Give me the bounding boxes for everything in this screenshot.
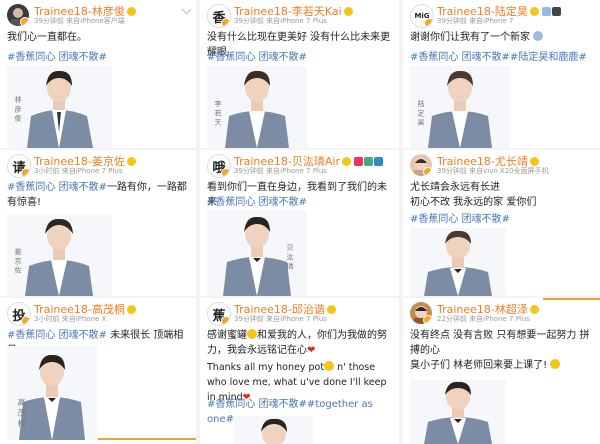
badge-icons (541, 6, 562, 19)
post-text: #香蕉同心 团魂不散#一路有你，一路都有惊喜! (7, 182, 187, 208)
post-card-8: 蕉 Trainee18-邱治谐 39分钟前 来自iPhone 7 Plus 感谢… (200, 298, 399, 444)
hashtag[interactable]: #香蕉同心 团魂不散##陆定昊和鹿鹿# (410, 50, 594, 65)
avatar[interactable] (410, 302, 432, 324)
portrait-illustration (424, 381, 492, 444)
smiley-emoji-icon (324, 361, 335, 371)
hashtag[interactable]: #香蕉同心 团魂不散# (7, 50, 190, 65)
verified-badge-icon (21, 316, 30, 325)
portrait-illustration (261, 418, 287, 444)
verified-badge-icon (221, 18, 230, 27)
post-text: 我们心一直都在。 (7, 32, 87, 43)
crown-icon (529, 157, 539, 166)
badge-icons (354, 156, 384, 169)
post-meta: 39分钟前 来自iPhone客户端 (34, 17, 125, 25)
post-card-7: 投 Trainee18-高茂桐 3小时前 来自iPhone X #香蕉同心 团魂… (0, 298, 196, 444)
signature: 贝 汯 璘 (286, 244, 294, 270)
post-meta: 39分钟前 来自iPhone 7 (437, 17, 514, 25)
hashtag[interactable]: #香蕉同心 团魂不散# (410, 212, 594, 227)
crown-icon (529, 305, 539, 314)
verified-badge-icon (423, 167, 432, 176)
verified-badge-icon (423, 315, 432, 324)
smiley-emoji-icon (550, 359, 561, 369)
post-meta: 39分钟前 来自iPhone 7 Plus (234, 167, 327, 175)
photo[interactable]: 贝 汯 璘 (207, 210, 307, 296)
hashtag[interactable]: #香蕉同心 团魂不散# (207, 50, 393, 65)
avatar[interactable] (410, 154, 432, 176)
signature: 姜 京 佐 (14, 248, 22, 274)
crown-icon (529, 7, 539, 16)
post-card-1: Trainee18-林彦俊 39分钟前 来自iPhone客户端 我们心一直都在。… (0, 0, 196, 148)
post-meta: 39分钟前 来自vivo X20全面屏手机 (437, 167, 549, 175)
portrait-illustration (424, 230, 492, 296)
crown-icon (343, 7, 353, 16)
crown-icon (126, 305, 136, 314)
photo[interactable] (234, 416, 314, 444)
signature: 陆 定 昊 (417, 100, 425, 126)
hashtag[interactable]: #香蕉同心 团魂不散# (207, 195, 393, 210)
hashtag[interactable]: #香蕉同心 团魂不散# (7, 182, 107, 193)
hashtag[interactable]: #香蕉同心 团魂不散# (7, 330, 107, 341)
crown-icon (342, 157, 351, 166)
house-emoji-icon (533, 31, 544, 41)
crown-icon (126, 7, 136, 16)
verified-badge-icon (21, 168, 30, 177)
post-card-6: Trainee18-尤长靖 39分钟前 来自vivo X20全面屏手机 尤长靖会… (403, 150, 600, 296)
post-text: 没有终点 没有言败 只有想要一起努力 拼搏的心 (410, 330, 590, 356)
verified-badge-icon (424, 18, 433, 27)
crown-icon (326, 305, 336, 314)
verified-badge-icon (221, 168, 230, 177)
heart-icon: ❤ (307, 345, 316, 356)
post-card-5: 哦 Trainee18-贝汯璘Air 39分钟前 来自iPhone 7 Plus… (200, 150, 399, 296)
signature: 林 彦 俊 (14, 96, 22, 122)
avatar[interactable]: 投 (7, 302, 31, 326)
signature: 高 茂 桐 (17, 398, 26, 428)
post-text-2: 臭小子们 林老师回来要上课了! (410, 358, 594, 373)
avatar[interactable]: 哦 (207, 154, 231, 178)
verified-badge-icon (20, 17, 29, 26)
card-border-accent (543, 298, 600, 300)
chevron-down-icon[interactable] (181, 4, 192, 15)
post-meta: 39分钟前 来自iPhone 7 Plus (234, 315, 327, 323)
post-text: 谢谢你们让我有了一个新家 (410, 30, 594, 45)
photo[interactable]: 林 彦 俊 (7, 66, 112, 148)
signature: 李 若 天 (214, 100, 222, 126)
post-card-9: Trainee18-林超泽 22分钟前 来自iPhone 7 Plus 没有终点… (403, 298, 600, 444)
post-text: 感谢蜜罐 和爱我的人，你们为我做的努力，我会永远铭记在心❤ (207, 329, 387, 356)
smiley-emoji-icon (247, 329, 257, 339)
post-text: 尤长靖会永远有长进 初心不改 我永远的家 爱你们 (410, 182, 537, 208)
avatar[interactable] (7, 4, 29, 26)
card-border-accent (98, 438, 196, 440)
post-card-2: 香 Trainee18-李若天Kai 39分钟前 来自iPhone 7 Plus… (200, 0, 399, 148)
photo[interactable]: 李 若 天 (207, 66, 307, 148)
post-card-4: 请 Trainee18-姜京佐 3小时前 来自iPhone 7 Plus #香蕉… (0, 150, 196, 296)
post-meta: 3小时前 来自iPhone X (34, 315, 107, 323)
post-meta: 39分钟前 来自iPhone 7 Plus (234, 17, 327, 25)
photo[interactable] (410, 228, 506, 296)
photo[interactable]: 姜 京 佐 (7, 214, 112, 296)
verified-badge-icon (221, 316, 230, 325)
post-meta: 3小时前 来自iPhone 7 Plus (34, 167, 123, 175)
photo[interactable] (410, 380, 506, 444)
post-card-3: MiG Trainee18-陆定昊 39分钟前 来自iPhone 7 谢谢你们让… (403, 0, 600, 148)
crown-icon (126, 157, 136, 166)
photo[interactable]: 陆 定 昊 (410, 66, 510, 148)
avatar[interactable]: 请 (7, 154, 31, 178)
post-meta: 22分钟前 来自iPhone 7 Plus (437, 315, 530, 323)
avatar[interactable]: 蕉 (207, 302, 231, 326)
avatar[interactable]: 香 (207, 4, 231, 28)
avatar[interactable]: MiG (410, 4, 434, 28)
